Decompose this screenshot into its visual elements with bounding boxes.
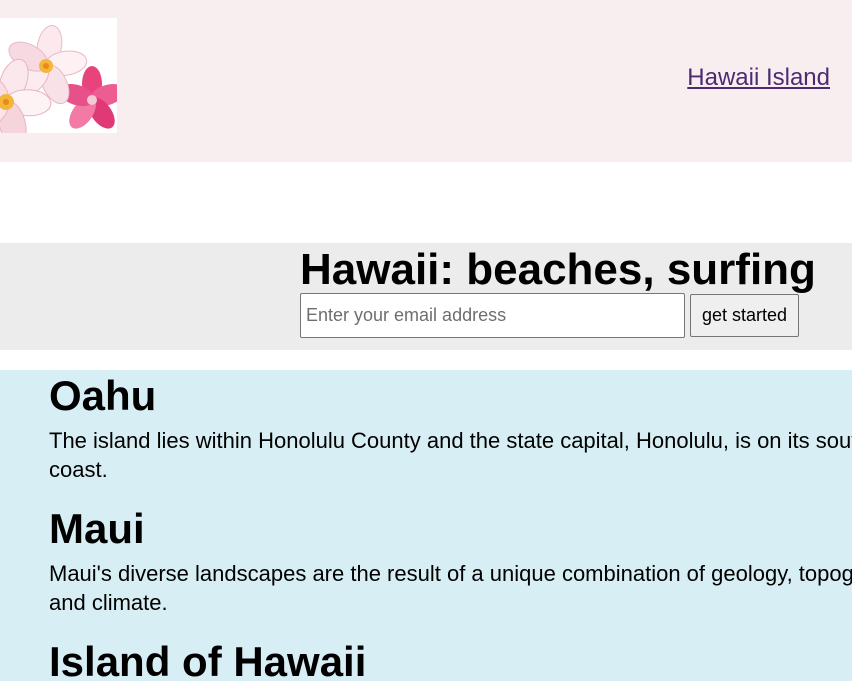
flower-icon [0,25,117,133]
site-header: Hawaii Island [0,0,852,162]
plumeria-flower-logo [0,18,117,133]
island-card-oahu: Oahu The island lies within Honolulu Cou… [49,372,852,484]
island-heading: Maui [49,505,145,552]
email-field[interactable] [300,293,685,338]
nav-link-hawaii-island[interactable]: Hawaii Island [687,64,830,92]
island-card-hawaii: Island of Hawaii [49,638,852,681]
islands-section: Oahu The island lies within Honolulu Cou… [0,370,852,681]
island-description: Maui's diverse landscapes are the result… [49,561,852,615]
hero-banner: Hawaii: beaches, surfing get started [0,243,852,350]
island-description: The island lies within Honolulu County a… [49,428,852,482]
get-started-button[interactable]: get started [690,294,799,337]
island-heading: Oahu [49,372,157,419]
island-card-maui: Maui Maui's diverse landscapes are the r… [49,505,852,617]
page-title: Hawaii: beaches, surfing [300,245,816,294]
island-heading: Island of Hawaii [49,638,367,681]
